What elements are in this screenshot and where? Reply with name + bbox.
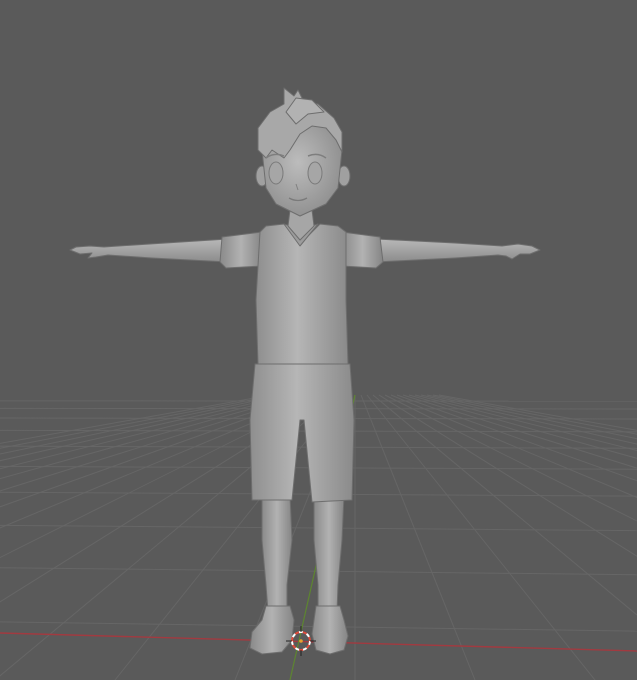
left-eye <box>268 161 284 185</box>
3d-viewport[interactable] <box>0 0 637 680</box>
shirt <box>255 223 349 365</box>
left-sleeve <box>219 231 263 269</box>
right-sleeve <box>341 231 384 269</box>
left-leg <box>261 494 293 613</box>
right-eye <box>307 161 323 185</box>
viewport-scene[interactable] <box>0 0 637 680</box>
